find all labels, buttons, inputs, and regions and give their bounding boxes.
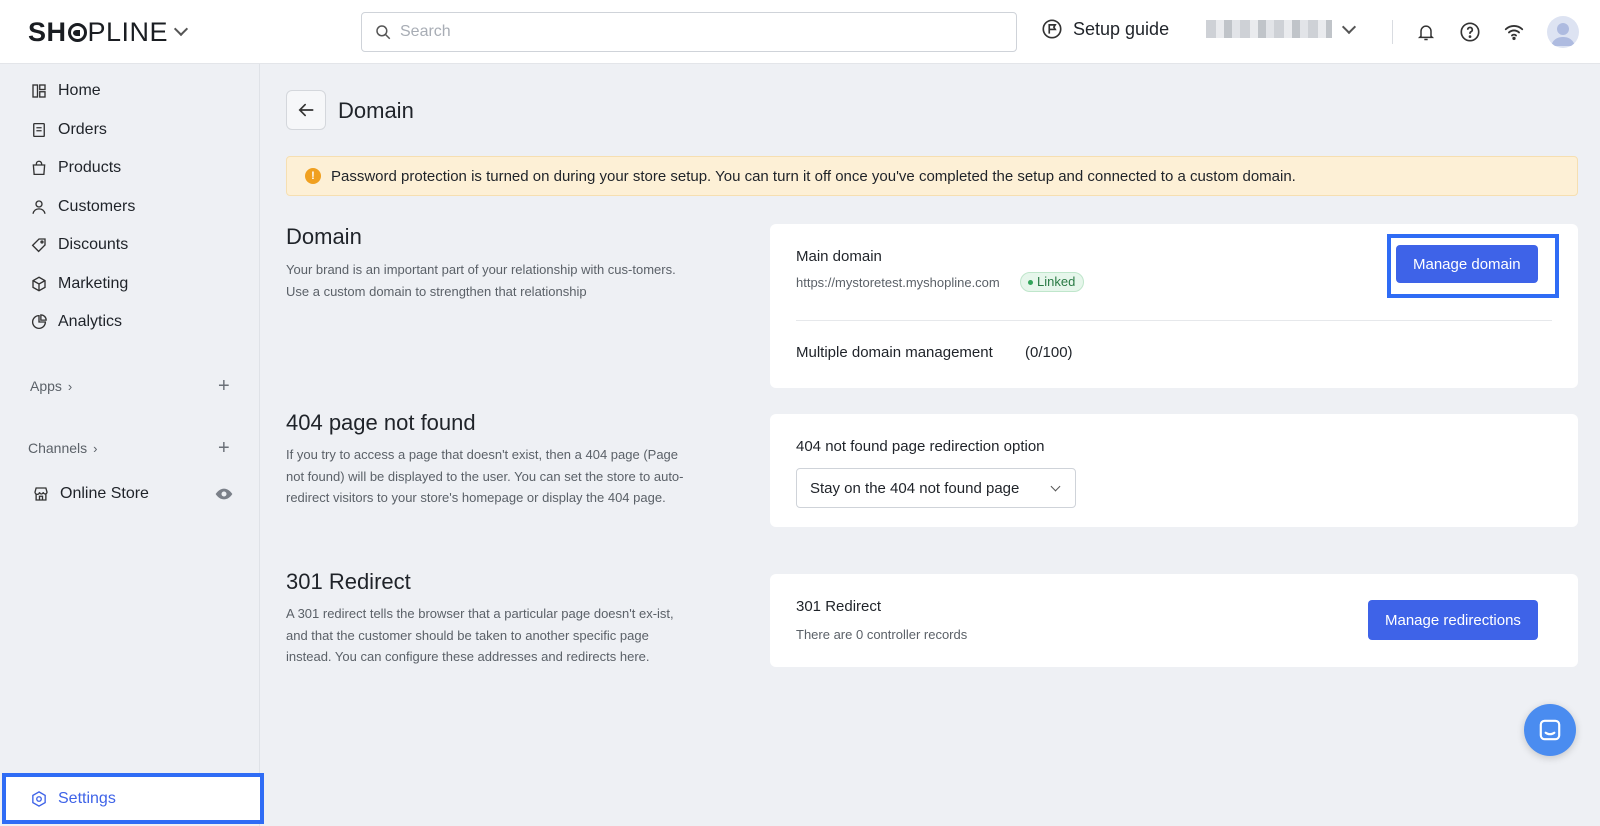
search-icon <box>376 25 391 40</box>
bell-icon[interactable] <box>1414 20 1438 44</box>
sidebar-item-label: Products <box>58 159 122 176</box>
customers-icon <box>32 200 46 214</box>
manage-redirections-button[interactable]: Manage redirections <box>1368 600 1538 640</box>
redirect-card-title: 301 Redirect <box>796 598 882 615</box>
sidebar-item-discounts[interactable]: Discounts <box>16 227 244 263</box>
chevron-down-icon[interactable] <box>1341 19 1357 35</box>
sidebar-item-label: Orders <box>58 121 107 138</box>
channels-section-toggle[interactable]: Channels › <box>28 440 98 456</box>
analytics-icon <box>31 314 47 330</box>
sidebar-item-settings[interactable]: Settings <box>2 773 264 824</box>
products-icon <box>32 160 46 176</box>
sidebar-item-label: Customers <box>58 198 136 215</box>
not-found-section-title: 404 page not found <box>286 410 476 435</box>
discounts-icon <box>31 238 46 253</box>
sidebar-item-label: Online Store <box>60 485 149 502</box>
card-divider <box>796 320 1552 321</box>
linked-status-badge: Linked <box>1020 272 1085 292</box>
main-domain-url: https://mystoretest.myshopline.com <box>796 275 1000 290</box>
sidebar-item-marketing[interactable]: Marketing <box>16 266 244 302</box>
back-button[interactable] <box>286 90 326 130</box>
password-notice-banner: ! Password protection is turned on durin… <box>286 156 1578 196</box>
redirect-section-description: A 301 redirect tells the browser that a … <box>286 606 674 664</box>
domain-section-title: Domain <box>286 224 362 249</box>
warning-icon: ! <box>305 168 321 184</box>
manage-domain-button[interactable]: Manage domain <box>1396 245 1538 283</box>
sidebar-item-home[interactable]: Home <box>16 73 244 109</box>
redirect-records-count: There are 0 controller records <box>796 627 968 642</box>
main-domain-label: Main domain <box>796 248 882 265</box>
store-switcher[interactable] <box>1206 19 1357 38</box>
flag-icon <box>1042 19 1062 39</box>
sidebar-item-customers[interactable]: Customers <box>16 189 244 225</box>
setup-guide-button[interactable]: Setup guide <box>1041 18 1169 40</box>
store-icon <box>34 487 48 501</box>
not-found-card: 404 not found page redirection option St… <box>770 414 1578 527</box>
sidebar-item-online-store[interactable]: Online Store <box>16 476 244 512</box>
apps-label: Apps <box>30 378 62 394</box>
redirect-option-select[interactable]: Stay on the 404 not found page <box>796 468 1076 508</box>
sidebar-item-products[interactable]: Products <box>16 150 244 186</box>
wifi-icon[interactable] <box>1502 20 1526 44</box>
page-title: Domain <box>338 98 414 123</box>
chevron-down-icon <box>1050 481 1061 491</box>
chevron-down-icon[interactable] <box>173 21 189 37</box>
notice-text: Password protection is turned on during … <box>331 167 1296 185</box>
home-icon <box>32 84 46 98</box>
chat-icon <box>1539 719 1561 741</box>
help-icon[interactable] <box>1458 20 1482 44</box>
eye-icon[interactable] <box>214 484 234 504</box>
redirect-option-label: 404 not found page redirection option <box>796 438 1045 455</box>
header-divider <box>1392 20 1393 44</box>
chevron-right-icon: › <box>67 378 73 394</box>
settings-icon <box>32 790 46 807</box>
sidebar-item-label: Settings <box>58 789 116 807</box>
sidebar-item-label: Analytics <box>58 313 123 330</box>
add-channel-button[interactable]: + <box>218 438 230 458</box>
setup-guide-label: Setup guide <box>1073 18 1170 39</box>
sidebar-item-label: Discounts <box>58 236 129 253</box>
redirect-card: 301 Redirect There are 0 controller reco… <box>770 574 1578 667</box>
sidebar-item-label: Home <box>58 82 101 99</box>
sidebar-item-orders[interactable]: Orders <box>16 112 244 148</box>
domain-section-description: Your brand is an important part of your … <box>286 262 676 299</box>
apps-section-toggle[interactable]: Apps › <box>30 378 72 394</box>
multiple-domain-count: (0/100) <box>1025 344 1073 361</box>
not-found-section-description: If you try to access a page that doesn't… <box>286 447 684 505</box>
logo-text: SH PLINE <box>28 16 169 47</box>
channels-label: Channels <box>28 440 88 456</box>
sidebar-item-analytics[interactable]: Analytics <box>16 304 244 340</box>
store-name-blurred <box>1206 20 1332 38</box>
search-input[interactable] <box>400 23 980 41</box>
select-value: Stay on the 404 not found page <box>810 479 1020 497</box>
orders-icon <box>33 122 45 138</box>
chat-support-button[interactable] <box>1524 704 1576 756</box>
main-content: Domain ! Password protection is turned o… <box>260 64 1600 826</box>
multiple-domain-label: Multiple domain management <box>796 344 993 361</box>
arrow-left-icon <box>298 103 314 117</box>
redirect-section-title: 301 Redirect <box>286 569 411 594</box>
marketing-icon <box>32 276 46 292</box>
add-app-button[interactable]: + <box>218 376 230 396</box>
chevron-right-icon: › <box>93 440 98 456</box>
sidebar: Home Orders Products Customers Discounts… <box>0 64 260 826</box>
top-bar: SHPLINE Setup guide <box>0 0 1600 64</box>
sidebar-item-label: Marketing <box>58 275 129 292</box>
avatar[interactable] <box>1547 16 1579 48</box>
search-bar[interactable] <box>361 12 1017 52</box>
domain-card: Main domain https://mystoretest.myshopli… <box>770 224 1578 388</box>
shopline-logo[interactable]: SH PLINE <box>28 16 189 48</box>
